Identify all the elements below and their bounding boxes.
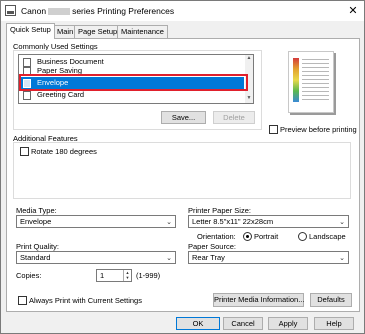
tab-maintenance[interactable]: Maintenance xyxy=(117,25,168,38)
printing-preferences-window: Canon series Printing Preferences ✕ Quick… xyxy=(0,0,365,334)
always-print-label: Always Print with Current Settings xyxy=(29,296,142,305)
delete-button[interactable]: Delete xyxy=(213,111,255,124)
printer-media-information-button[interactable]: Printer Media Information... xyxy=(213,293,304,307)
chevron-down-icon: ⌄ xyxy=(166,255,172,262)
paper-source-value: Rear Tray xyxy=(192,253,225,262)
title-suffix: series Printing Preferences xyxy=(72,6,175,16)
media-type-select[interactable]: Envelope ⌄ xyxy=(16,215,176,228)
preview-before-printing-label: Preview before printing xyxy=(280,125,357,134)
paper-source-label: Paper Source: xyxy=(188,242,236,251)
preview-before-printing-checkbox[interactable] xyxy=(269,125,278,134)
copies-label: Copies: xyxy=(16,271,42,280)
media-type-label: Media Type: xyxy=(16,206,57,215)
print-preview-thumbnail xyxy=(288,51,334,113)
window-title: Canon series Printing Preferences xyxy=(21,6,174,16)
rotate-180-label: Rotate 180 degrees xyxy=(31,147,97,156)
copies-range: (1-999) xyxy=(136,271,161,280)
landscape-radio[interactable] xyxy=(298,232,307,241)
portrait-label: Portrait xyxy=(254,232,279,241)
print-quality-value: Standard xyxy=(20,253,51,262)
media-type-value: Envelope xyxy=(20,217,52,226)
copies-value: 1 xyxy=(100,271,105,280)
landscape-label: Landscape xyxy=(309,232,346,241)
save-button[interactable]: Save... xyxy=(161,111,206,124)
printer-app-icon xyxy=(5,5,16,16)
selection-highlight-frame xyxy=(19,74,248,91)
print-quality-label: Print Quality: xyxy=(16,242,59,251)
apply-button[interactable]: Apply xyxy=(268,317,308,330)
copies-stepper[interactable]: 1 ▲ ▼ xyxy=(96,269,132,282)
paper-source-select[interactable]: Rear Tray ⌄ xyxy=(188,251,349,264)
tab-quick-setup[interactable]: Quick Setup xyxy=(6,23,55,39)
document-icon xyxy=(23,91,31,100)
cancel-button[interactable]: Cancel xyxy=(223,317,263,330)
chevron-down-icon: ⌄ xyxy=(339,255,345,262)
printer-paper-size-label: Printer Paper Size: xyxy=(188,206,251,215)
title-prefix: Canon xyxy=(21,6,47,16)
always-print-checkbox[interactable] xyxy=(18,296,27,305)
list-item-label: Greeting Card xyxy=(37,90,85,99)
defaults-button[interactable]: Defaults xyxy=(310,293,352,307)
color-bar xyxy=(293,58,299,102)
orientation-label: Orientation: xyxy=(197,232,236,241)
chevron-down-icon: ⌄ xyxy=(339,219,345,226)
scroll-up-icon[interactable]: ▲ xyxy=(245,55,253,61)
redacted-model-name xyxy=(48,8,71,15)
close-window-button[interactable]: ✕ xyxy=(344,3,362,19)
ok-button[interactable]: OK xyxy=(176,317,220,330)
rotate-180-checkbox[interactable] xyxy=(20,147,29,156)
print-quality-select[interactable]: Standard ⌄ xyxy=(16,251,176,264)
chevron-down-icon: ⌄ xyxy=(166,219,172,226)
portrait-radio[interactable] xyxy=(243,232,252,241)
scroll-down-icon[interactable]: ▼ xyxy=(245,95,253,101)
printer-paper-size-select[interactable]: Letter 8.5"x11" 22x28cm ⌄ xyxy=(188,215,349,228)
help-button[interactable]: Help xyxy=(314,317,354,330)
paper-size-value: Letter 8.5"x11" 22x28cm xyxy=(192,217,274,226)
tab-page-setup[interactable]: Page Setup xyxy=(74,25,122,38)
stepper-arrows-icon[interactable]: ▲ ▼ xyxy=(123,270,131,281)
